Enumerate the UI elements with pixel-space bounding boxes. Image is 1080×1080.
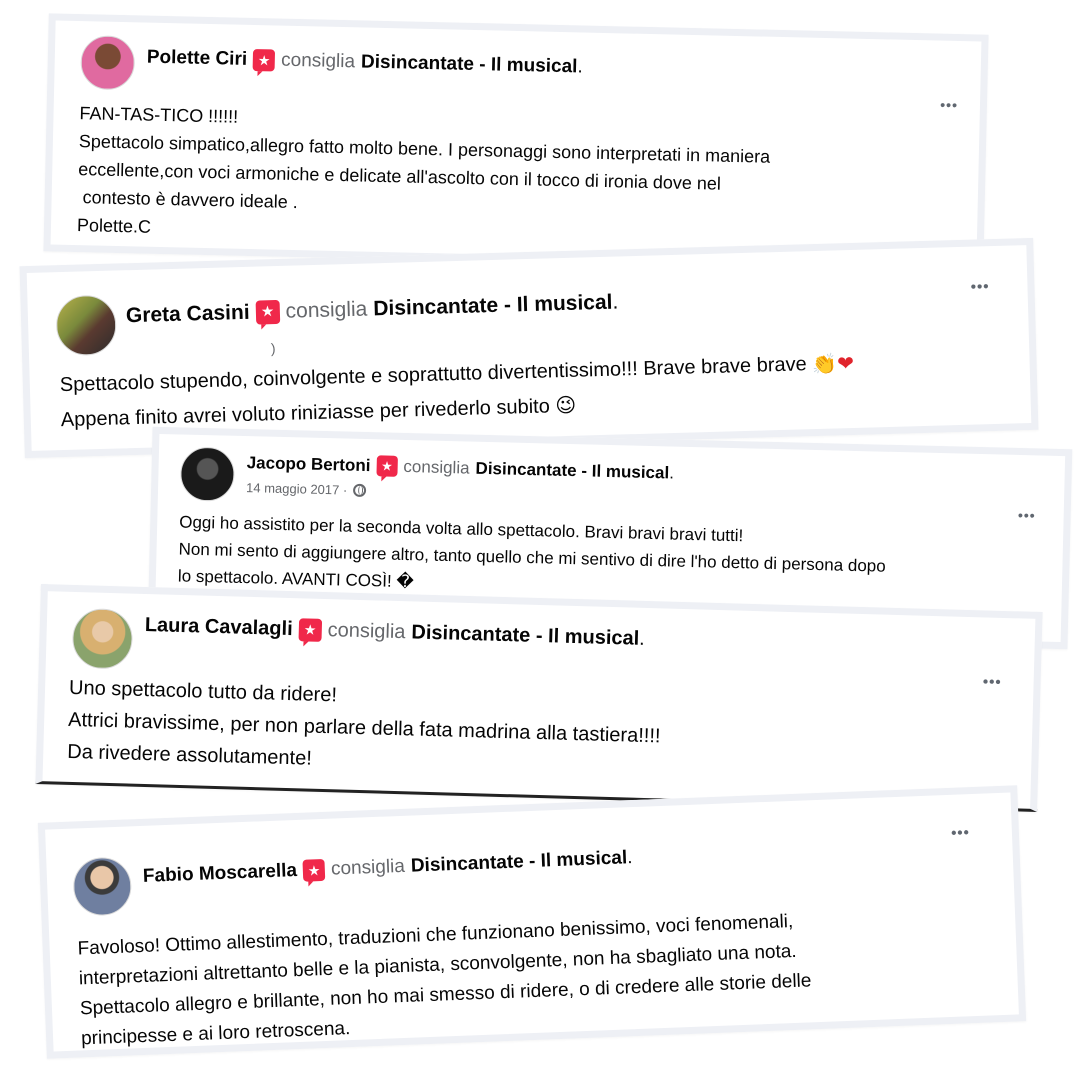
post-meta: )	[270, 340, 276, 357]
more-options-button[interactable]: •••	[970, 278, 989, 296]
recommend-icon: ★	[255, 299, 280, 325]
avatar[interactable]	[55, 294, 118, 357]
red-heart-icon: ❤	[836, 352, 855, 376]
avatar[interactable]	[179, 446, 236, 502]
reviewer-name[interactable]: Greta Casini	[126, 301, 250, 328]
more-options-button[interactable]: •••	[951, 824, 970, 842]
clapping-hands-icon: 👏	[811, 353, 838, 376]
page-name-link[interactable]: Disincantate - Il musical	[361, 51, 578, 78]
page-name-link[interactable]: Disincantate - Il musical	[475, 458, 669, 483]
review-card-fabio: Fabio Moscarella ★ consiglia Disincantat…	[37, 785, 1027, 1059]
review-text: Spettacolo stupendo, coinvolgente e sopr…	[59, 346, 855, 438]
review-card-polette: Polette Ciri ★ consiglia Disincantate - …	[43, 13, 989, 273]
page-name-link[interactable]: Disincantate - Il musical	[373, 291, 613, 322]
reviewer-name[interactable]: Polette Ciri	[147, 47, 248, 71]
recommend-icon: ★	[298, 618, 322, 642]
winking-face-icon: 😉	[555, 395, 577, 418]
globe-icon	[353, 483, 367, 498]
review-text: Uno spettacolo tutto da ridere! Attrici …	[67, 676, 661, 770]
recommend-icon: ★	[252, 49, 276, 72]
more-options-button[interactable]: •••	[1018, 507, 1036, 523]
reviewer-name[interactable]: Laura Cavalagli	[145, 614, 293, 641]
post-date: 14 maggio 2017 ·	[246, 480, 367, 498]
avatar[interactable]	[80, 35, 136, 91]
page-name-link[interactable]: Disincantate - Il musical	[411, 621, 639, 650]
more-options-button[interactable]: •••	[983, 673, 1002, 691]
review-card-laura: Laura Cavalagli ★ consiglia Disincantate…	[35, 584, 1043, 812]
recommend-icon: ★	[302, 858, 326, 882]
recommend-verb: consiglia	[403, 456, 470, 478]
more-options-button[interactable]: •••	[940, 97, 958, 113]
review-text: FAN-TAS-TICO !!!!!! Spettacolo simpatico…	[76, 103, 771, 237]
recommend-icon: ★	[376, 455, 398, 477]
avatar[interactable]	[72, 856, 133, 917]
recommend-verb: consiglia	[285, 297, 368, 323]
reviewer-name[interactable]: Jacopo Bertoni	[246, 453, 371, 476]
recommend-verb: consiglia	[280, 49, 356, 73]
recommend-verb: consiglia	[327, 619, 406, 644]
reviewer-name[interactable]: Fabio Moscarella	[143, 860, 298, 888]
recommend-verb: consiglia	[330, 855, 406, 880]
review-card-greta: Greta Casini ★ consiglia Disincantate - …	[19, 237, 1039, 459]
review-text: Favoloso! Ottimo allestimento, traduzion…	[77, 910, 812, 1050]
avatar[interactable]	[71, 607, 134, 670]
page-name-link[interactable]: Disincantate - Il musical	[410, 847, 627, 877]
